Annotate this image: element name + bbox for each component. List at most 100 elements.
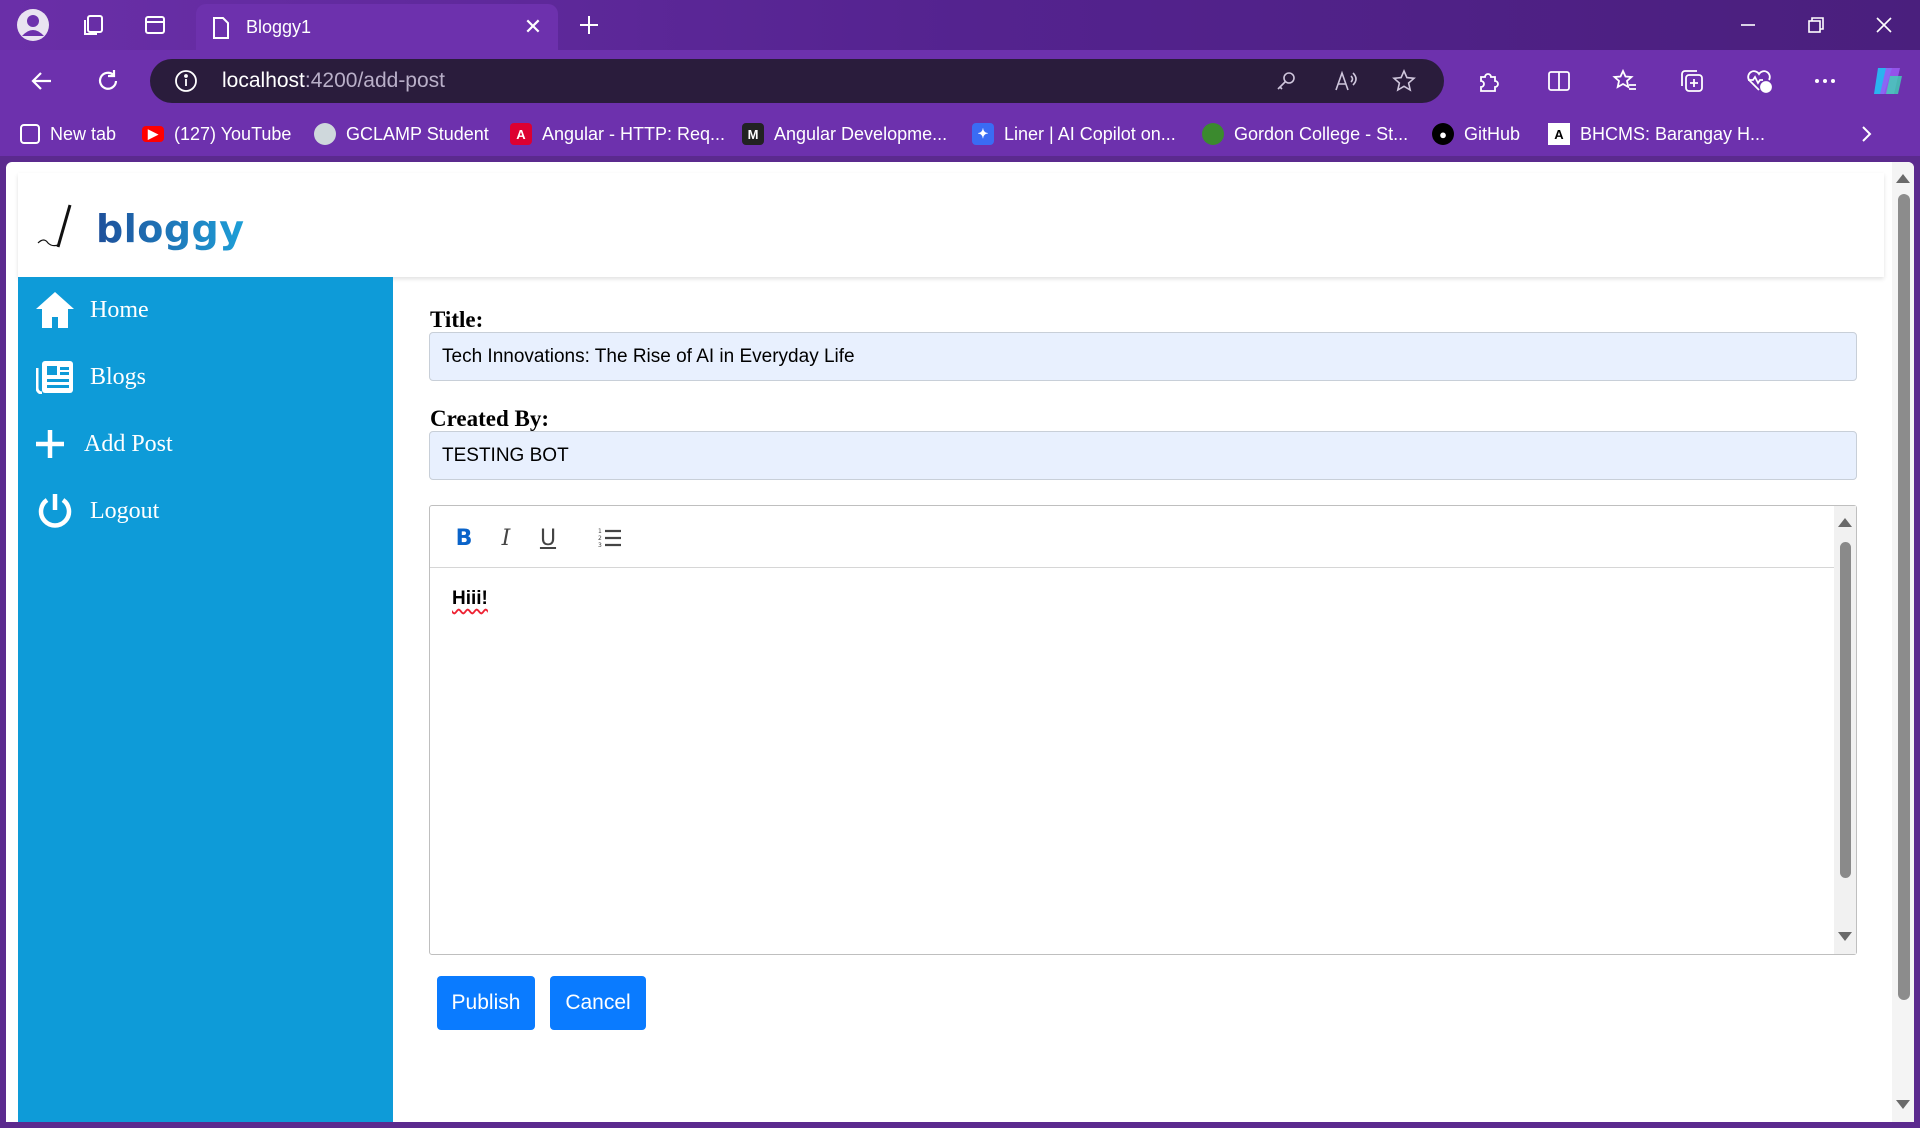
more-menu-icon[interactable]	[1810, 66, 1840, 96]
url-path: :4200/add-post	[304, 69, 445, 92]
bookmark-label: GitHub	[1464, 123, 1521, 144]
cancel-button[interactable]: Cancel	[550, 976, 646, 1030]
bookmarks-bar: New tab ▶ (127) YouTube GCLAMP Student A…	[0, 112, 1920, 156]
restore-icon[interactable]	[1782, 0, 1850, 50]
browser-essentials-icon[interactable]	[1744, 66, 1774, 96]
svg-text:1: 1	[598, 528, 602, 535]
url-host: localhost	[222, 69, 305, 92]
editor-content[interactable]: Hiii!	[452, 588, 488, 610]
logo-text: bloggy	[96, 207, 245, 251]
page-viewport: bloggy Home Blogs Add Post Logout Title:…	[6, 162, 1914, 1122]
close-tab-icon[interactable]: ✕	[520, 14, 546, 40]
collections-icon[interactable]	[1677, 66, 1707, 96]
bookmark-github[interactable]: ● GitHub	[1432, 122, 1520, 146]
svg-text:2: 2	[598, 535, 602, 542]
minimize-icon[interactable]	[1714, 0, 1782, 50]
url-text: localhost:4200/add-post	[222, 69, 445, 93]
bookmark-label: Angular Developme...	[774, 123, 948, 144]
editor-scrollbar[interactable]	[1834, 506, 1856, 954]
app-header: bloggy	[18, 173, 1884, 277]
close-window-icon[interactable]	[1850, 0, 1918, 50]
scroll-up-icon[interactable]	[1838, 518, 1852, 527]
bookmark-new-tab[interactable]: New tab	[20, 122, 116, 146]
key-icon[interactable]	[1274, 69, 1298, 93]
sidebar-item-label: Logout	[90, 497, 160, 524]
bookmark-liner[interactable]: ✦ Liner | AI Copilot on...	[972, 122, 1176, 146]
bookmark-label: (127) YouTube	[174, 123, 292, 144]
power-icon	[34, 490, 76, 532]
rich-text-editor: B I U 123 Hiii!	[429, 505, 1857, 955]
title-label: Title:	[430, 307, 484, 332]
profile-icon[interactable]	[16, 8, 50, 42]
scroll-down-icon[interactable]	[1838, 932, 1852, 941]
bhcms-icon: A	[1548, 123, 1570, 145]
bookmark-angular-http[interactable]: A Angular - HTTP: Req...	[510, 122, 725, 146]
created-by-input[interactable]	[429, 431, 1857, 480]
copilot-icon[interactable]	[1870, 62, 1908, 100]
bookmark-bhcms[interactable]: A BHCMS: Barangay H...	[1548, 122, 1765, 146]
new-tab-icon[interactable]	[572, 8, 606, 42]
bookmark-label: GCLAMP Student	[346, 123, 489, 144]
split-screen-icon[interactable]	[1544, 66, 1574, 96]
new-tab-icon	[20, 124, 40, 144]
sidebar-item-label: Home	[90, 296, 149, 323]
address-bar[interactable]: localhost:4200/add-post	[150, 59, 1444, 103]
pen-logo-icon	[37, 204, 72, 248]
bookmark-label: BHCMS: Barangay H...	[1580, 123, 1766, 144]
italic-button[interactable]: I	[490, 522, 522, 554]
sidebar-item-label: Add Post	[84, 430, 173, 457]
liner-icon: ✦	[972, 123, 994, 145]
svg-text:3: 3	[598, 542, 602, 549]
sidebar-item-add-post[interactable]: Add Post	[34, 421, 173, 467]
bookmark-label: Gordon College - St...	[1234, 123, 1409, 144]
bookmark-label: New tab	[50, 123, 117, 144]
read-aloud-icon[interactable]	[1334, 69, 1358, 93]
github-icon: ●	[1432, 123, 1454, 145]
bookmark-gclamp[interactable]: GCLAMP Student	[314, 122, 489, 146]
bookmark-angular-dev[interactable]: M Angular Developme...	[742, 122, 947, 146]
browser-toolbar: localhost:4200/add-post	[0, 50, 1920, 112]
ordered-list-button[interactable]: 123	[594, 522, 626, 554]
tab-actions-icon[interactable]	[138, 8, 172, 42]
gclamp-icon	[314, 123, 336, 145]
page-scrollbar[interactable]	[1892, 162, 1914, 1122]
sidebar-item-logout[interactable]: Logout	[34, 488, 159, 534]
newspaper-icon	[34, 356, 76, 398]
editor-toolbar: B I U 123	[430, 506, 1834, 568]
angular-dev-icon: M	[742, 123, 764, 145]
tab-title: Bloggy1	[246, 16, 312, 37]
sidebar-item-home[interactable]: Home	[34, 287, 149, 333]
browser-titlebar: Bloggy1 ✕	[0, 0, 1920, 50]
site-info-icon[interactable]	[174, 69, 198, 93]
angular-icon: A	[510, 123, 532, 145]
bookmark-youtube[interactable]: ▶ (127) YouTube	[142, 122, 291, 146]
editor-scroll-thumb[interactable]	[1840, 542, 1851, 878]
plus-icon	[34, 423, 66, 465]
favorites-icon[interactable]	[1610, 66, 1640, 96]
scroll-up-icon[interactable]	[1896, 174, 1910, 183]
bold-button[interactable]: B	[448, 522, 480, 554]
bookmarks-overflow-chevron-icon[interactable]	[1856, 122, 1876, 146]
scroll-down-icon[interactable]	[1896, 1100, 1910, 1109]
gordon-college-icon	[1202, 123, 1224, 145]
sidebar-item-label: Blogs	[90, 363, 147, 390]
sidebar-item-blogs[interactable]: Blogs	[34, 354, 146, 400]
page-icon	[213, 17, 229, 39]
ordered-list-icon: 123	[598, 528, 621, 549]
home-icon	[34, 289, 76, 331]
favorite-star-icon[interactable]	[1392, 69, 1416, 93]
bookmark-label: Liner | AI Copilot on...	[1004, 123, 1176, 144]
underline-button[interactable]: U	[532, 522, 564, 554]
tab-bloggy1[interactable]: Bloggy1 ✕	[196, 4, 558, 50]
bookmark-gordon-college[interactable]: Gordon College - St...	[1202, 122, 1408, 146]
back-icon[interactable]	[22, 61, 62, 101]
page-scroll-thumb[interactable]	[1898, 194, 1910, 1000]
title-input[interactable]	[429, 332, 1857, 381]
refresh-icon[interactable]	[88, 61, 128, 101]
publish-button[interactable]: Publish	[437, 976, 535, 1030]
workspaces-icon[interactable]	[76, 8, 110, 42]
extensions-icon[interactable]	[1474, 66, 1504, 96]
bloggy-logo[interactable]: bloggy	[36, 203, 245, 251]
youtube-icon: ▶	[142, 126, 164, 142]
bookmark-label: Angular - HTTP: Req...	[542, 123, 726, 144]
